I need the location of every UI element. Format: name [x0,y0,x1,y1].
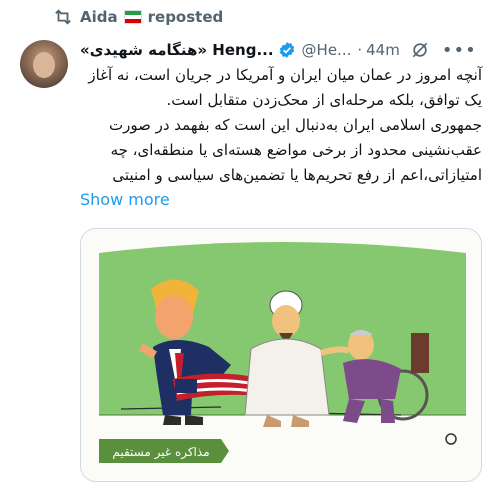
post-text-line: جمهوری اسلامی ایران به‌دنبال این است که … [108,116,482,134]
post-header: «هنگامه شهیدی» Heng... @He... · 44m ••• [80,38,486,62]
post-time[interactable]: 44m [366,41,400,59]
repost-icon [55,9,71,25]
post-text-line: آنچه امروز در عمان میان ایران و آمریکا د… [88,66,482,84]
show-more-link[interactable]: Show more [80,190,170,209]
grok-icon[interactable] [410,40,430,60]
post-text-line: یک توافق، بلکه مرحله‌ای از محک‌زدن متقاب… [166,91,482,109]
repost-label: reposted [147,8,224,26]
cartoon-caption: مذاکره غیر مستقیم [112,445,209,460]
author-name[interactable]: «هنگامه شهیدی» Heng... [80,41,274,59]
author-handle[interactable]: @He... [302,41,352,59]
post-text-line: عقب‌نشینی محدود از برخی مواضع هسته‌ای یا… [110,141,482,159]
cartoon-illustration: مذاکره غیر مستقیم [81,229,481,481]
post-text: آنچه امروز در عمان میان ایران و آمریکا د… [80,63,482,188]
post-text-line: امتیازاتی،اعم از رفع تحریم‌ها یا تضمین‌ه… [112,166,482,184]
avatar[interactable] [20,40,68,88]
more-icon[interactable]: ••• [442,40,477,61]
repost-user[interactable]: Aida [80,8,118,26]
verified-icon [279,42,294,58]
repost-indicator[interactable]: Aida reposted [52,6,223,28]
separator-dot: · [357,41,363,59]
iran-flag-icon [123,10,142,24]
media-cartoon[interactable]: مذاکره غیر مستقیم [80,228,482,482]
